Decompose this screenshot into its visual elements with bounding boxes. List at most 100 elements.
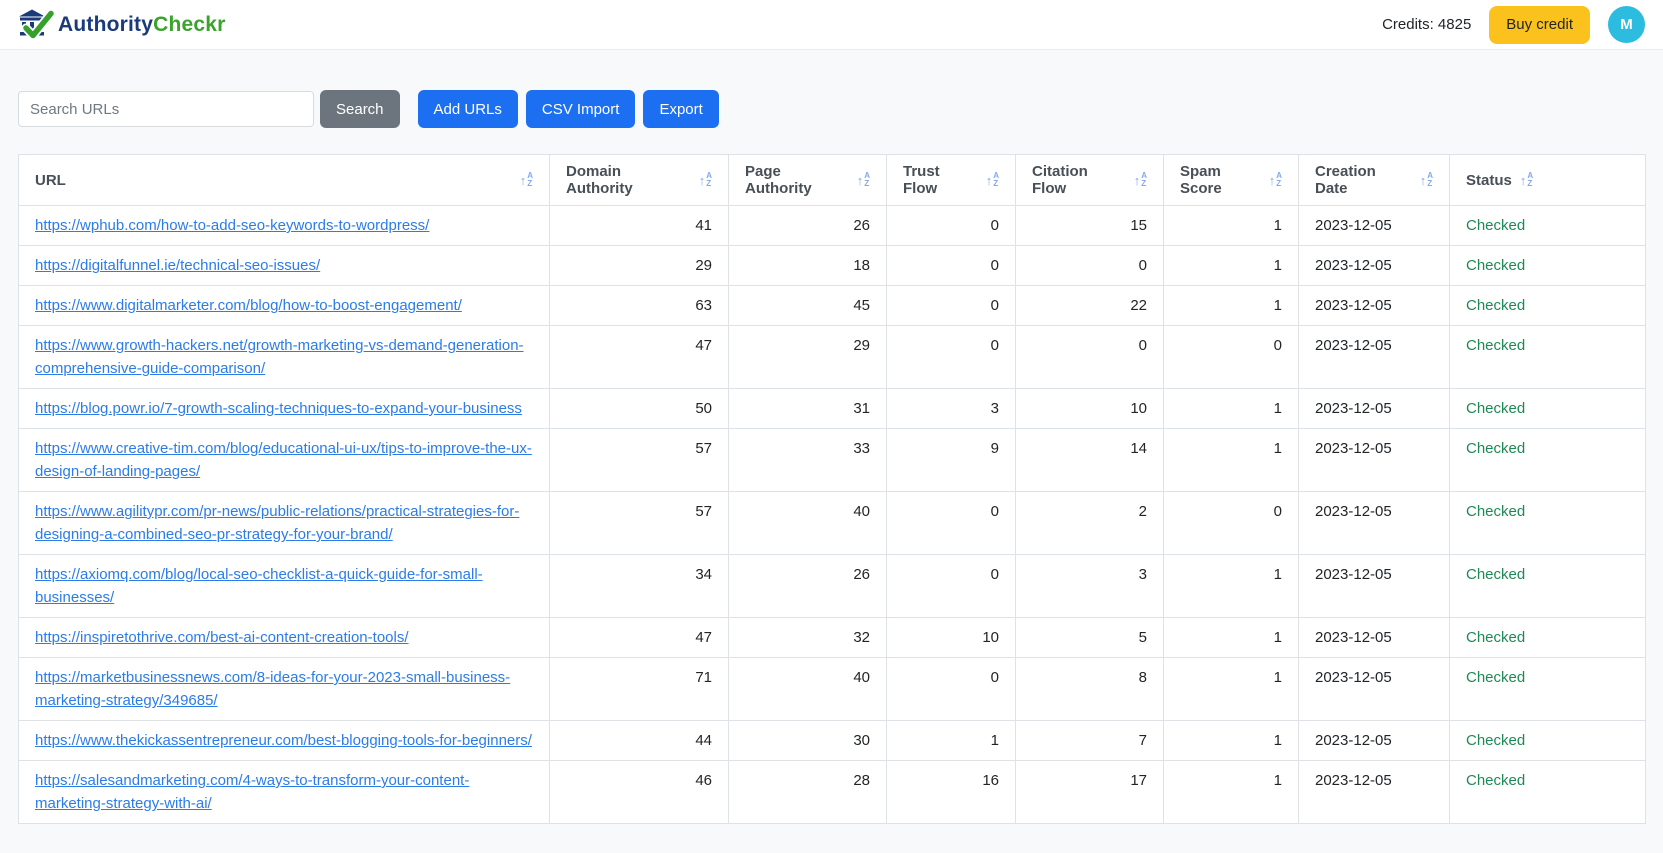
column-header-url[interactable]: URL ↑ A Z: [18, 154, 550, 206]
domain-authority-cell: 47: [549, 325, 729, 389]
column-header-citation-flow[interactable]: Citation Flow ↑ A Z: [1015, 154, 1164, 206]
url-link[interactable]: https://marketbusinessnews.com/8-ideas-f…: [35, 669, 510, 709]
domain-authority-cell: 41: [549, 205, 729, 246]
status-cell: Checked: [1449, 205, 1646, 246]
column-header-trust-flow[interactable]: Trust Flow ↑ A Z: [886, 154, 1016, 206]
column-header-domain-authority[interactable]: Domain Authority ↑ A Z: [549, 154, 729, 206]
status-cell: Checked: [1449, 491, 1646, 555]
export-button[interactable]: Export: [643, 90, 719, 128]
column-header-page-authority[interactable]: Page Authority ↑ A Z: [728, 154, 887, 206]
sort-icon[interactable]: ↑ A Z: [857, 172, 870, 188]
url-cell: https://www.creative-tim.com/blog/educat…: [18, 428, 550, 492]
creation-date-cell: 2023-12-05: [1298, 325, 1450, 389]
add-urls-button[interactable]: Add URLs: [417, 90, 518, 128]
trust-flow-cell: 0: [886, 554, 1016, 618]
spam-score-cell: 0: [1163, 325, 1299, 389]
csv-import-button[interactable]: CSV Import: [525, 90, 636, 128]
page-authority-cell: 30: [728, 720, 887, 761]
spam-score-cell: 1: [1163, 428, 1299, 492]
trust-flow-cell: 0: [886, 285, 1016, 326]
page-authority-cell: 40: [728, 657, 887, 721]
spam-score-cell: 1: [1163, 245, 1299, 286]
trust-flow-cell: 3: [886, 388, 1016, 429]
url-link[interactable]: https://wphub.com/how-to-add-seo-keyword…: [35, 217, 429, 234]
creation-date-cell: 2023-12-05: [1298, 205, 1450, 246]
spam-score-cell: 1: [1163, 720, 1299, 761]
status-cell: Checked: [1449, 760, 1646, 824]
column-header-label: Creation Date: [1315, 163, 1376, 197]
citation-flow-cell: 5: [1015, 617, 1164, 658]
table-row: https://digitalfunnel.ie/technical-seo-i…: [18, 245, 1646, 286]
creation-date-cell: 2023-12-05: [1298, 491, 1450, 555]
domain-authority-cell: 57: [549, 428, 729, 492]
url-link[interactable]: https://salesandmarketing.com/4-ways-to-…: [35, 772, 469, 812]
sort-icon[interactable]: ↑ A Z: [1520, 172, 1533, 188]
creation-date-cell: 2023-12-05: [1298, 657, 1450, 721]
url-link[interactable]: https://inspiretothrive.com/best-ai-cont…: [35, 629, 409, 646]
spam-score-cell: 1: [1163, 760, 1299, 824]
spam-score-cell: 1: [1163, 657, 1299, 721]
url-cell: https://wphub.com/how-to-add-seo-keyword…: [18, 205, 550, 246]
trust-flow-cell: 0: [886, 325, 1016, 389]
user-avatar[interactable]: M: [1608, 6, 1645, 43]
table-row: https://www.thekickassentrepreneur.com/b…: [18, 720, 1646, 761]
sort-icon[interactable]: ↑ A Z: [520, 172, 533, 188]
column-header-status[interactable]: Status ↑ A Z: [1449, 154, 1646, 206]
column-header-creation-date[interactable]: Creation Date ↑ A Z: [1298, 154, 1450, 206]
spam-score-cell: 1: [1163, 388, 1299, 429]
url-link[interactable]: https://blog.powr.io/7-growth-scaling-te…: [35, 400, 522, 417]
status-cell: Checked: [1449, 617, 1646, 658]
column-header-label: Spam Score: [1180, 163, 1222, 197]
trust-flow-cell: 0: [886, 657, 1016, 721]
page-authority-cell: 26: [728, 554, 887, 618]
page-authority-cell: 28: [728, 760, 887, 824]
column-header-spam-score[interactable]: Spam Score ↑ A Z: [1163, 154, 1299, 206]
trust-flow-cell: 9: [886, 428, 1016, 492]
brand-name-authority: Authority: [58, 12, 154, 36]
citation-flow-cell: 15: [1015, 205, 1164, 246]
url-cell: https://www.agilitypr.com/pr-news/public…: [18, 491, 550, 555]
sort-icon[interactable]: ↑ A Z: [1269, 172, 1282, 188]
citation-flow-cell: 3: [1015, 554, 1164, 618]
table-row: https://wphub.com/how-to-add-seo-keyword…: [18, 205, 1646, 246]
url-link[interactable]: https://www.growth-hackers.net/growth-ma…: [35, 337, 524, 377]
creation-date-cell: 2023-12-05: [1298, 617, 1450, 658]
page-authority-cell: 26: [728, 205, 887, 246]
creation-date-cell: 2023-12-05: [1298, 554, 1450, 618]
spam-score-cell: 1: [1163, 617, 1299, 658]
table-row: https://inspiretothrive.com/best-ai-cont…: [18, 617, 1646, 658]
toolbar: Search Add URLs CSV Import Export: [18, 90, 1645, 128]
url-link[interactable]: https://www.thekickassentrepreneur.com/b…: [35, 732, 532, 749]
column-header-label: Status: [1466, 171, 1512, 189]
page-authority-cell: 31: [728, 388, 887, 429]
column-header-label: URL: [35, 171, 66, 189]
url-cell: https://digitalfunnel.ie/technical-seo-i…: [18, 245, 550, 286]
sort-icon[interactable]: ↑ A Z: [699, 172, 712, 188]
status-cell: Checked: [1449, 285, 1646, 326]
credits-counter: Credits: 4825: [1382, 16, 1472, 33]
table-row: https://www.agilitypr.com/pr-news/public…: [18, 491, 1646, 555]
domain-authority-cell: 44: [549, 720, 729, 761]
url-link[interactable]: https://www.digitalmarketer.com/blog/how…: [35, 297, 462, 314]
url-link[interactable]: https://digitalfunnel.ie/technical-seo-i…: [35, 257, 320, 274]
creation-date-cell: 2023-12-05: [1298, 720, 1450, 761]
citation-flow-cell: 8: [1015, 657, 1164, 721]
brand[interactable]: AuthorityCheckr: [18, 8, 226, 41]
url-link[interactable]: https://www.agilitypr.com/pr-news/public…: [35, 503, 519, 543]
search-input[interactable]: [18, 91, 314, 127]
trust-flow-cell: 0: [886, 245, 1016, 286]
url-link[interactable]: https://www.creative-tim.com/blog/educat…: [35, 440, 532, 480]
sort-icon[interactable]: ↑ A Z: [1420, 172, 1433, 188]
domain-authority-cell: 50: [549, 388, 729, 429]
search-button[interactable]: Search: [320, 90, 400, 128]
url-link[interactable]: https://axiomq.com/blog/local-seo-checkl…: [35, 566, 483, 606]
creation-date-cell: 2023-12-05: [1298, 388, 1450, 429]
sort-icon[interactable]: ↑ A Z: [986, 172, 999, 188]
url-table: URL ↑ A Z Domain Authority ↑ A Z Page Authority ↑…: [18, 154, 1646, 824]
status-cell: Checked: [1449, 388, 1646, 429]
buy-credit-button[interactable]: Buy credit: [1489, 5, 1590, 44]
sort-icon[interactable]: ↑ A Z: [1134, 172, 1147, 188]
app-header: AuthorityCheckr Credits: 4825 Buy credit…: [0, 0, 1663, 50]
table-row: https://www.growth-hackers.net/growth-ma…: [18, 325, 1646, 389]
status-cell: Checked: [1449, 554, 1646, 618]
